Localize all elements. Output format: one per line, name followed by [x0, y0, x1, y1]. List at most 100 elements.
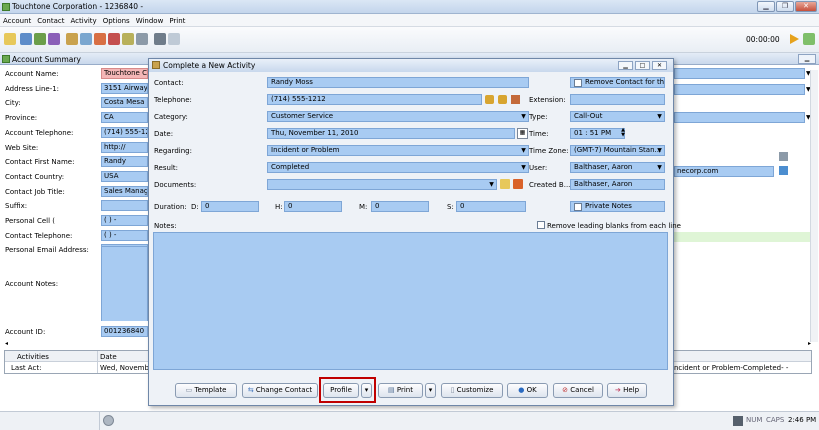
help-button[interactable]: ➔ Help [607, 383, 647, 398]
account-notes-field[interactable] [101, 246, 148, 321]
date-field[interactable]: Thu, November 11, 2010 [267, 128, 515, 139]
email-send-icon[interactable] [779, 166, 788, 175]
private-notes-option[interactable]: Private Notes [570, 201, 665, 212]
category-select[interactable]: Customer Service [267, 111, 529, 122]
speaker-icon[interactable] [511, 95, 520, 104]
extension-field[interactable] [570, 94, 665, 105]
remove-blanks-checkbox[interactable] [537, 221, 545, 229]
chevron-down-icon[interactable]: ▼ [655, 146, 664, 155]
private-notes-checkbox[interactable] [574, 203, 582, 211]
summary-value[interactable]: http:// [101, 141, 148, 153]
change-contact-button[interactable]: ⇆ Change Contact [242, 383, 318, 398]
menu-account[interactable]: Account [3, 17, 31, 25]
chevron-down-icon[interactable]: ▼ [519, 163, 528, 172]
contact-field[interactable]: Randy Moss [267, 77, 529, 88]
menu-activity[interactable]: Activity [71, 17, 97, 25]
summary-value[interactable]: Sales Manager [101, 185, 148, 197]
account-icon[interactable] [48, 33, 60, 45]
scroll-left-icon[interactable]: ◂ [5, 340, 8, 347]
menu-contact[interactable]: Contact [37, 17, 64, 25]
menu-print[interactable]: Print [169, 17, 185, 25]
summary-right-field-3[interactable] [674, 112, 805, 123]
email-icon[interactable] [80, 33, 92, 45]
chevron-down-icon[interactable]: ▼ [487, 180, 496, 189]
remove-contact-option[interactable]: Remove Contact for th... [570, 77, 665, 88]
customize-button[interactable]: ▯ Customize [441, 383, 503, 398]
dialog-minimize-button[interactable]: ▁ [618, 61, 633, 70]
summary-minimize-button[interactable]: ▁ [798, 54, 816, 64]
menu-window[interactable]: Window [136, 17, 164, 25]
activity-icon[interactable] [66, 33, 78, 45]
summary-value[interactable]: Randy [101, 156, 148, 168]
summary-value[interactable]: USA [101, 170, 148, 182]
summary-value[interactable]: ( ) - [101, 229, 148, 241]
scroll-right-icon[interactable]: ▸ [808, 340, 811, 347]
profile-button[interactable]: Profile [323, 383, 359, 398]
printer-icon[interactable] [154, 33, 166, 45]
add-document-icon[interactable] [513, 179, 523, 189]
status-bar: NUM CAPS 2:46 PM [0, 411, 819, 430]
summary-value[interactable]: ( ) - [101, 215, 148, 226]
phone-icon[interactable] [485, 95, 494, 104]
cancel-button[interactable]: ⊘ Cancel [553, 383, 603, 398]
summary-value[interactable] [101, 200, 148, 212]
chevron-down-icon[interactable]: ▼ [519, 146, 528, 155]
play-icon[interactable] [790, 34, 799, 44]
book-icon[interactable] [136, 33, 148, 45]
timezone-select[interactable]: (GMT-7) Mountain Stan... [570, 145, 665, 156]
result-select[interactable]: Completed [267, 162, 529, 173]
account-id-label: Account ID: [5, 328, 46, 336]
summary-right-field-1[interactable] [674, 68, 805, 79]
hours-field[interactable]: 0 [284, 201, 342, 212]
profile-dropdown-button[interactable]: ▾ [361, 383, 372, 398]
chevron-down-icon[interactable]: ▼ [519, 112, 528, 121]
days-field[interactable]: 0 [201, 201, 259, 212]
summary-value[interactable]: 3151 Airway A [101, 82, 148, 94]
restore-button[interactable]: ❐ [776, 1, 794, 12]
seconds-field[interactable]: 0 [456, 201, 526, 212]
telephone-field[interactable]: (714) 555-1212 [267, 94, 482, 105]
contact-icon[interactable] [20, 33, 32, 45]
time-field[interactable]: 01 : 51 PM [570, 128, 625, 139]
phone-dial-icon[interactable] [498, 95, 507, 104]
remove-contact-checkbox[interactable] [574, 79, 582, 87]
ok-button[interactable]: ● OK [507, 383, 548, 398]
template-button[interactable]: ▭ Template [175, 383, 237, 398]
regarding-label: Regarding: [154, 147, 192, 155]
task-icon[interactable] [108, 33, 120, 45]
notes-icon[interactable] [122, 33, 134, 45]
menu-options[interactable]: Options [103, 17, 130, 25]
summary-value[interactable]: CA [101, 112, 148, 124]
documents-select[interactable] [267, 179, 497, 190]
type-select[interactable]: Call-Out [570, 111, 665, 122]
refresh-icon[interactable] [803, 33, 815, 45]
user-select[interactable]: Balthaser, Aaron [570, 162, 665, 173]
calendar-icon[interactable] [94, 33, 106, 45]
minimize-button[interactable]: ▁ [757, 1, 775, 12]
created-by-label: Created B... [529, 181, 571, 189]
summary-scrollbar[interactable] [810, 70, 818, 342]
contacts-icon[interactable] [34, 33, 46, 45]
window-icon[interactable] [168, 33, 180, 45]
chevron-down-icon[interactable]: ▼ [655, 112, 664, 121]
notes-textarea[interactable] [153, 232, 668, 370]
minutes-label: M: [359, 203, 368, 211]
regarding-select[interactable]: Incident or Problem [267, 145, 529, 156]
print-dropdown-button[interactable]: ▾ [425, 383, 436, 398]
calendar-icon[interactable]: ▦ [517, 128, 528, 139]
summary-value[interactable]: Costa Mesa [101, 97, 148, 109]
summary-right-field-2[interactable] [674, 84, 805, 95]
chevron-down-icon[interactable]: ▼ [655, 163, 664, 172]
dialog-maximize-button[interactable]: □ [635, 61, 650, 70]
summary-email-field[interactable]: necorp.com [674, 166, 774, 177]
dialog-close-button[interactable]: ✕ [652, 61, 667, 70]
summary-value[interactable]: (714) 555-121 [101, 126, 148, 138]
open-folder-icon[interactable] [4, 33, 16, 45]
time-spinner[interactable]: ▲ ▼ [619, 128, 627, 139]
close-button[interactable]: ✕ [795, 1, 817, 12]
minutes-field[interactable]: 0 [371, 201, 429, 212]
folder-icon[interactable] [500, 179, 510, 189]
summary-value[interactable]: Touchtone Co [101, 68, 148, 79]
print-button[interactable]: ▤ Print [378, 383, 423, 398]
attach-icon[interactable] [779, 152, 788, 161]
